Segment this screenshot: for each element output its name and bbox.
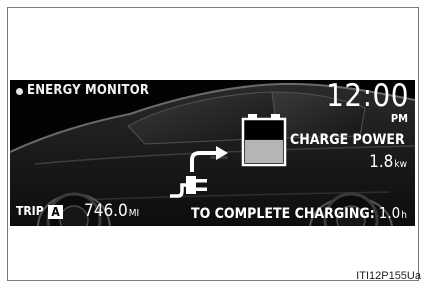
trip-id-badge: A (48, 205, 63, 219)
time-to-complete-value: 1.0 (378, 204, 401, 222)
clock-time: 12:00 (326, 80, 409, 114)
trip-readout: 746.0MI (84, 201, 139, 221)
clock-period: PM (390, 112, 408, 125)
trip-label: TRIP (16, 204, 44, 218)
trip-value: 746.0 (84, 201, 128, 221)
charge-power-label: CHARGE POWER (290, 132, 405, 148)
time-to-complete-readout: TO COMPLETE CHARGING: 1.0h (191, 203, 407, 222)
plug-icon (170, 176, 207, 198)
status-dot-icon (16, 88, 23, 95)
arrow-right-icon (190, 146, 228, 172)
charge-power-readout: 1.8kw (369, 152, 407, 172)
charge-power-value: 1.8 (369, 152, 394, 172)
screen-title: ENERGY MONITOR (27, 83, 150, 98)
energy-monitor-screen: ENERGY MONITOR 12:00 PM CHARGE POWER 1.8… (10, 80, 415, 226)
time-to-complete-label: TO COMPLETE CHARGING: (191, 206, 375, 222)
trip-unit: MI (128, 208, 140, 219)
charge-power-unit: kw (394, 159, 407, 170)
figure-reference: ITI12P155Ua (356, 270, 421, 282)
battery-icon (241, 114, 287, 167)
time-to-complete-unit: h (401, 210, 407, 221)
